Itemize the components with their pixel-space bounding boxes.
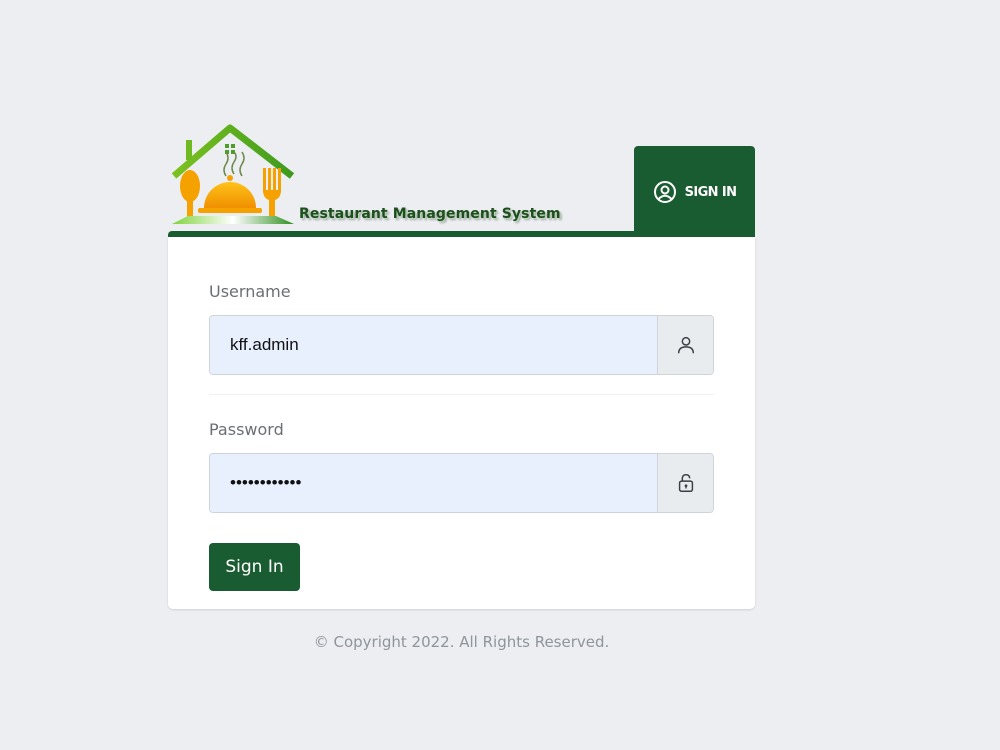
logo-text: Restaurant Management System — [299, 206, 561, 222]
login-page: Restaurant Management System SIGN IN Use… — [0, 0, 1000, 750]
sign-in-button[interactable]: Sign In — [209, 543, 300, 591]
form-divider — [209, 394, 714, 395]
username-input[interactable] — [210, 316, 657, 374]
sign-in-tab-label: SIGN IN — [684, 184, 737, 200]
password-input[interactable] — [210, 454, 657, 512]
user-circle-icon — [653, 181, 676, 203]
restaurant-house-logo-icon — [171, 124, 295, 224]
username-input-group — [209, 315, 714, 375]
username-label: Username — [209, 282, 291, 301]
password-addon — [657, 454, 713, 512]
lock-icon — [678, 474, 693, 492]
password-input-group — [209, 453, 714, 513]
password-label: Password — [209, 420, 284, 439]
username-addon — [657, 316, 713, 374]
copyright-footer: © Copyright 2022. All Rights Reserved. — [313, 633, 610, 651]
restaurant-logo: Restaurant Management System — [168, 124, 568, 228]
user-icon — [677, 336, 694, 354]
sign-in-tab[interactable]: SIGN IN — [634, 146, 755, 238]
login-card: Username Password Si — [168, 237, 755, 609]
